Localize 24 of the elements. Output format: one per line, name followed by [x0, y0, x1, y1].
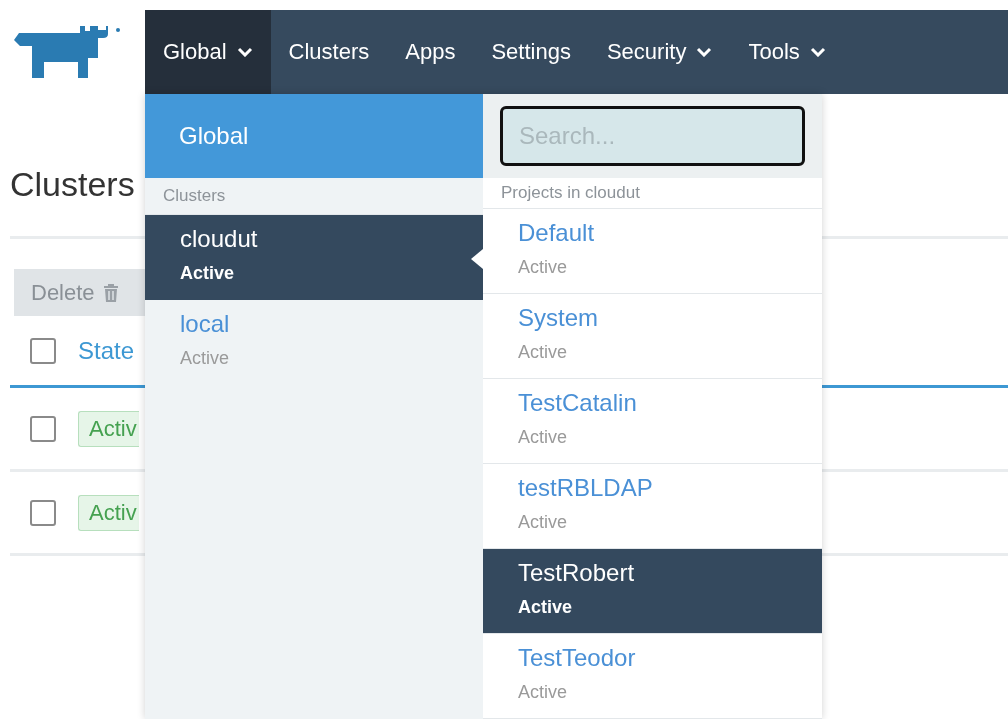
project-item[interactable]: TestTeodor Active: [483, 634, 822, 719]
status-badge: Activ: [78, 410, 139, 447]
section-header: Projects in cloudut: [483, 178, 822, 209]
nav-menu-item[interactable]: Clusters: [270, 10, 388, 94]
column-header[interactable]: State: [78, 336, 135, 365]
nav-menu-item[interactable]: Global: [145, 10, 271, 94]
nav-menu-item[interactable]: Tools: [730, 10, 844, 94]
project-item[interactable]: Default Active: [483, 209, 822, 294]
page-title: Clusters: [10, 164, 135, 204]
trash-icon: [102, 282, 119, 303]
cluster-item[interactable]: cloudut Active: [145, 215, 483, 300]
status-badge: Activ: [78, 494, 139, 531]
project-item[interactable]: TestCatalin Active: [483, 379, 822, 464]
checkbox[interactable]: [30, 415, 56, 442]
delete-button[interactable]: Delete: [14, 269, 145, 316]
project-item[interactable]: TestRobert Active: [483, 549, 822, 634]
nav-menu-item[interactable]: Settings: [473, 10, 589, 94]
cluster-item[interactable]: local Active: [145, 300, 483, 385]
global-menu-item[interactable]: Global: [145, 94, 483, 178]
checkbox[interactable]: [30, 499, 56, 526]
nav-menu-item[interactable]: Security: [588, 10, 731, 94]
checkbox[interactable]: [30, 337, 56, 364]
nav-menu-item[interactable]: Apps: [387, 10, 474, 94]
project-item[interactable]: System Active: [483, 294, 822, 379]
